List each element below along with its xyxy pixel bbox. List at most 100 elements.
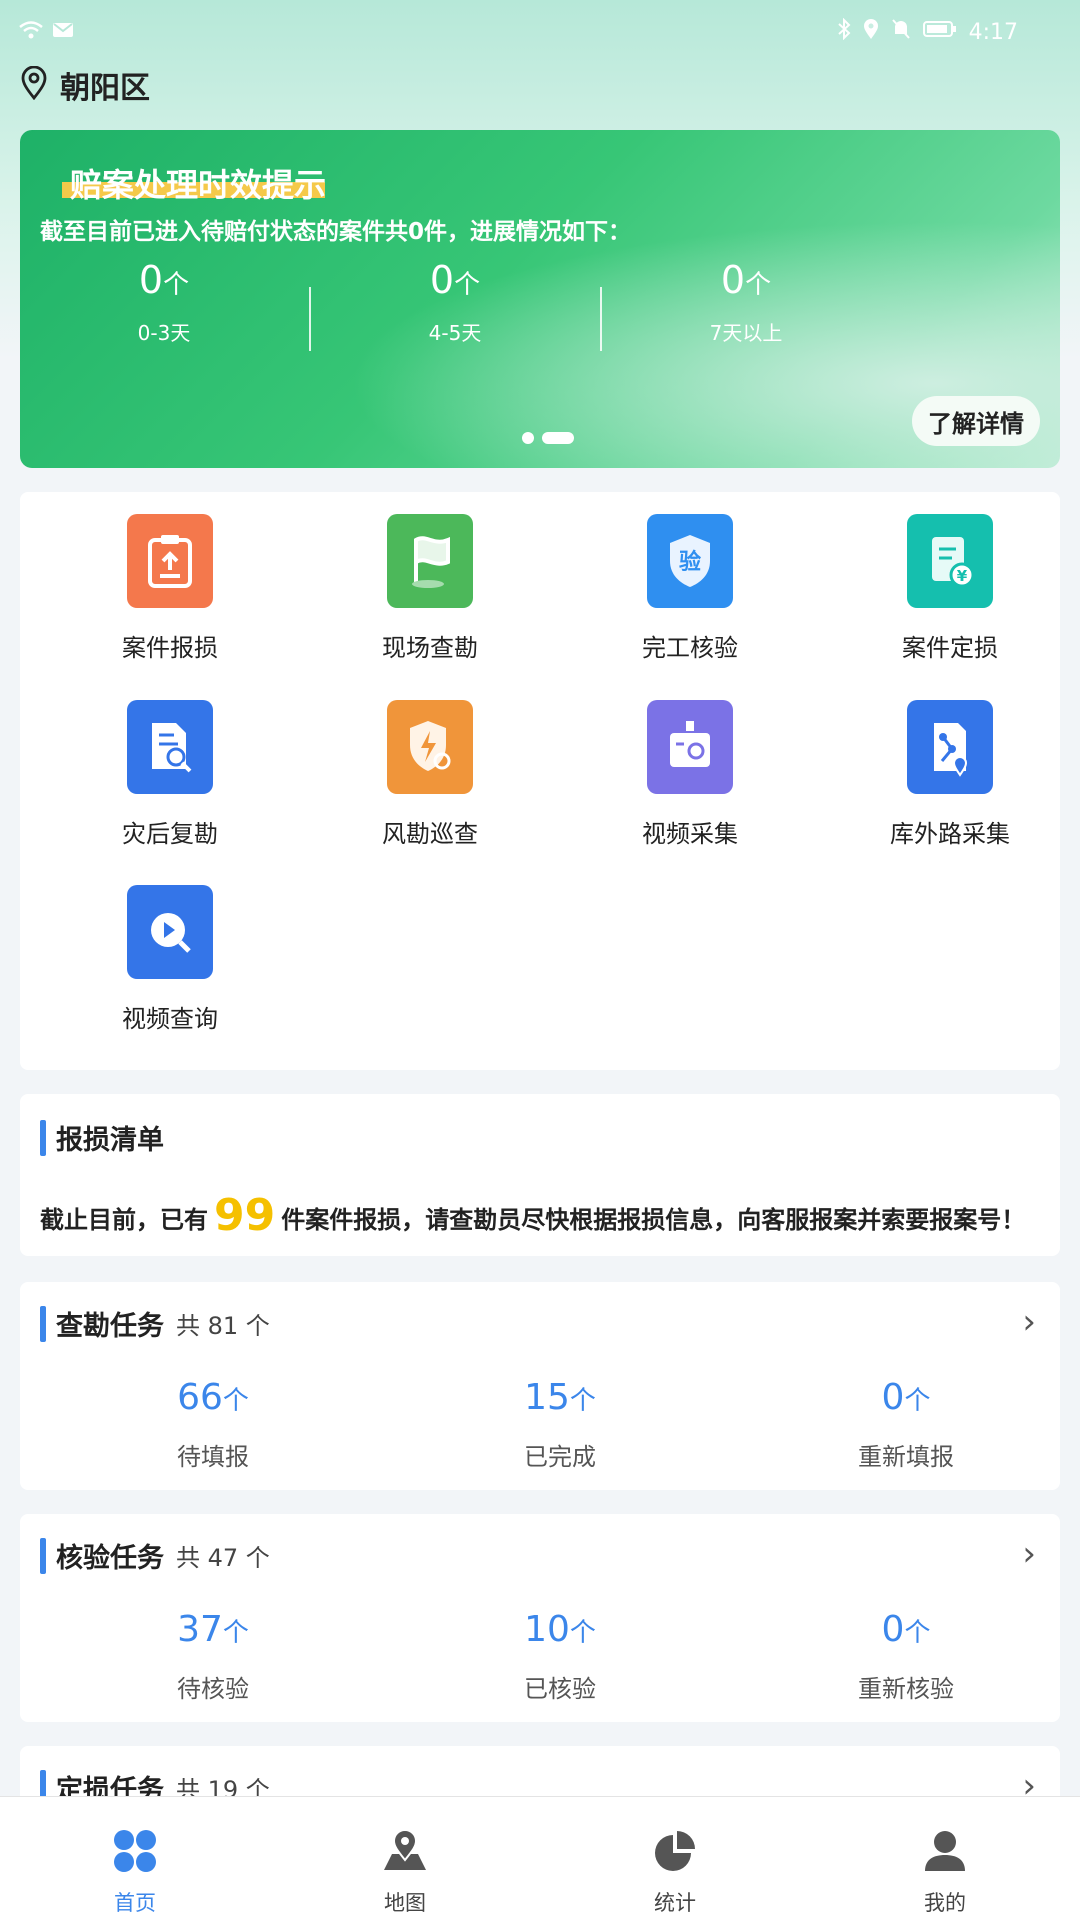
stat-unit: 个 — [454, 270, 481, 300]
tab-statistics[interactable]: 统计 — [605, 1797, 745, 1920]
status-bar: 4:17 — [0, 0, 1080, 66]
tab-map[interactable]: 地图 — [335, 1797, 475, 1920]
grid-item-video-capture[interactable]: 视频采集 — [600, 700, 780, 849]
task-stat[interactable]: 15个 已完成 — [460, 1378, 660, 1472]
banner-stat: 0个 4-5天 — [355, 260, 555, 346]
task-stat[interactable]: 0个 重新核验 — [806, 1610, 1006, 1704]
report-list-card[interactable]: 报损清单 截止目前，已有 99 件案件报损，请查勘员尽快根据报损信息，向客服报案并索… — [20, 1094, 1060, 1256]
report-count: 99 — [214, 1190, 276, 1241]
divider — [309, 287, 311, 351]
mail-icon — [52, 21, 74, 43]
grid-item-post-disaster[interactable]: 灾后复勘 — [80, 700, 260, 849]
svg-text:¥: ¥ — [957, 567, 968, 585]
function-grid: 案件报损 现场查勘 验 完工核验 ¥ 案件定损 灾后复勘 风勘巡查 视频采集 库… — [20, 492, 1060, 1070]
tab-label: 统计 — [654, 1891, 696, 1915]
task-stat-value: 15 — [524, 1377, 570, 1418]
grid-item-label: 视频采集 — [642, 820, 738, 848]
pie-chart-icon — [605, 1823, 745, 1879]
map-pin-icon — [335, 1823, 475, 1879]
stat-label: 7天以上 — [709, 321, 783, 345]
carousel-indicator[interactable] — [522, 432, 574, 444]
task-total: 共 47 个 — [176, 1544, 270, 1572]
verify-task-card[interactable]: 核验任务 共 47 个 › 37个 待核验 10个 已核验 0个 重新核验 — [20, 1514, 1060, 1722]
claims-timeliness-banner[interactable]: 赔案处理时效提示 截至目前已进入待赔付状态的案件共0件，进展情况如下： 0个 0… — [20, 130, 1060, 468]
grid-item-case-report[interactable]: 案件报损 — [80, 514, 260, 663]
location-pin-icon — [20, 65, 48, 104]
stat-value: 0 — [138, 258, 164, 302]
task-stat-label: 重新核验 — [858, 1675, 954, 1703]
task-stat-unit: 个 — [222, 1618, 249, 1648]
grid-item-label: 视频查询 — [122, 1005, 218, 1033]
survey-task-card[interactable]: 查勘任务 共 81 个 › 66个 待填报 15个 已完成 0个 重新填报 — [20, 1282, 1060, 1490]
wifi-icon — [18, 20, 44, 44]
stat-value: 0 — [429, 258, 455, 302]
task-stat-label: 已完成 — [524, 1443, 596, 1471]
location-selector[interactable]: 朝阳区 — [20, 62, 150, 108]
grid-item-completion-check[interactable]: 验 完工核验 — [600, 514, 780, 663]
stat-label: 0-3天 — [137, 321, 191, 345]
tab-label: 地图 — [384, 1891, 426, 1915]
grid-item-label: 库外路采集 — [890, 820, 1010, 848]
section-title: 查勘任务 — [56, 1311, 164, 1342]
clipboard-upload-icon — [127, 514, 213, 608]
banner-description: 截至目前已进入待赔付状态的案件共0件，进展情况如下： — [40, 219, 632, 245]
divider — [600, 287, 602, 351]
task-stat-unit: 个 — [569, 1386, 596, 1416]
learn-more-button[interactable]: 了解详情 — [912, 396, 1040, 446]
task-stat-value: 10 — [524, 1609, 570, 1650]
task-stat-unit: 个 — [904, 1386, 931, 1416]
bottom-tab-bar: 首页 地图 统计 我的 — [0, 1796, 1080, 1920]
flag-icon — [387, 514, 473, 608]
carousel-dot-active[interactable] — [542, 432, 574, 444]
chevron-right-icon[interactable]: › — [1022, 1534, 1036, 1574]
stat-unit: 个 — [745, 270, 772, 300]
section-accent-bar — [40, 1119, 46, 1156]
bluetooth-icon — [837, 17, 851, 46]
chevron-right-icon[interactable]: › — [1022, 1302, 1036, 1342]
task-stat[interactable]: 10个 已核验 — [460, 1610, 660, 1704]
route-map-icon — [907, 700, 993, 794]
banner-stat: 0个 7天以上 — [646, 260, 846, 346]
task-stat[interactable]: 66个 待填报 — [113, 1378, 313, 1472]
task-stat-unit: 个 — [904, 1618, 931, 1648]
document-yen-icon: ¥ — [907, 514, 993, 608]
task-stat-value: 0 — [881, 1609, 905, 1650]
tab-label: 我的 — [924, 1891, 966, 1915]
notice-suffix: 件案件报损，请查勘员尽快根据报损信息，向客服报案并索要报案号！ — [281, 1206, 1026, 1234]
tab-profile[interactable]: 我的 — [875, 1797, 1015, 1920]
carousel-dot[interactable] — [522, 432, 534, 444]
grid-item-road-collection[interactable]: 库外路采集 — [860, 700, 1040, 849]
grid-item-loss-assessment[interactable]: ¥ 案件定损 — [860, 514, 1040, 663]
grid-item-video-query[interactable]: 视频查询 — [80, 885, 260, 1034]
notice-prefix: 截止目前，已有 — [40, 1206, 208, 1234]
grid-item-label: 风勘巡查 — [382, 820, 478, 848]
section-header: 报损清单 — [40, 1118, 164, 1157]
tab-label: 首页 — [114, 1891, 156, 1915]
task-stat[interactable]: 0个 重新填报 — [806, 1378, 1006, 1472]
task-stat-unit: 个 — [569, 1618, 596, 1648]
task-stat-label: 重新填报 — [858, 1443, 954, 1471]
grid-item-site-survey[interactable]: 现场查勘 — [340, 514, 520, 663]
section-title: 核验任务 — [56, 1543, 164, 1574]
clock-time: 4:17 — [968, 19, 1018, 45]
grid-item-label: 现场查勘 — [382, 634, 478, 662]
section-title: 报损清单 — [56, 1125, 164, 1156]
task-stat-value: 37 — [177, 1609, 223, 1650]
grid-item-label: 案件报损 — [122, 634, 218, 662]
task-stat[interactable]: 37个 待核验 — [113, 1610, 313, 1704]
shield-lightning-icon — [387, 700, 473, 794]
mute-icon — [891, 18, 911, 46]
grid-item-risk-patrol[interactable]: 风勘巡查 — [340, 700, 520, 849]
home-grid-icon — [65, 1823, 205, 1879]
banner-stat: 0个 0-3天 — [64, 260, 264, 346]
section-header: 核验任务 共 47 个 — [40, 1536, 270, 1575]
report-notice: 截止目前，已有 99 件案件报损，请查勘员尽快根据报损信息，向客服报案并索要报案号！ — [40, 1190, 1025, 1241]
grid-item-label: 灾后复勘 — [122, 820, 218, 848]
tab-home[interactable]: 首页 — [65, 1797, 205, 1920]
camera-icon — [647, 700, 733, 794]
task-stat-label: 已核验 — [524, 1675, 596, 1703]
user-icon — [875, 1823, 1015, 1879]
task-stat-value: 66 — [177, 1377, 223, 1418]
task-stat-label: 待填报 — [177, 1443, 249, 1471]
section-accent-bar — [40, 1305, 46, 1342]
